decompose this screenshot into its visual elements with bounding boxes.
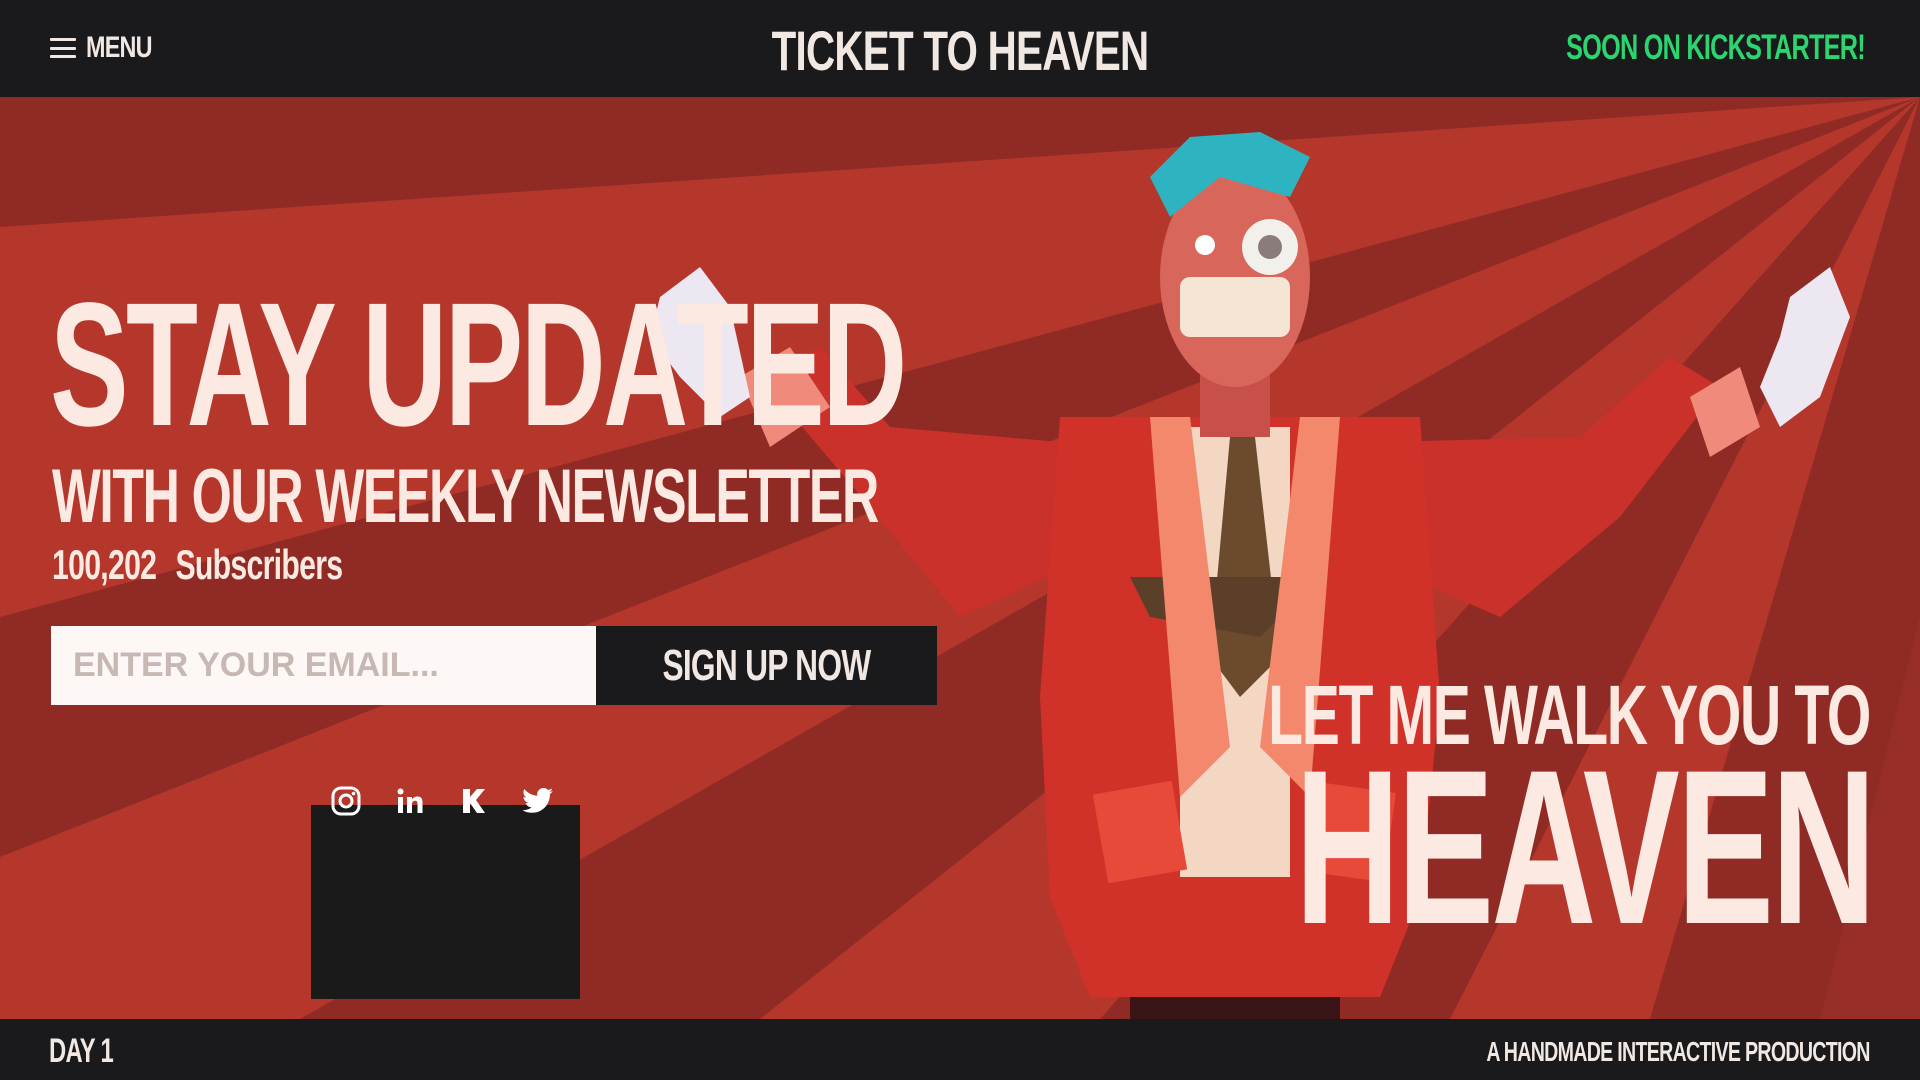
kickstarter-link[interactable]: SOON ON KICKSTARTER! <box>1566 28 1865 68</box>
bottom-bar: DAY 1 A HANDMADE INTERACTIVE PRODUCTION <box>0 1019 1920 1080</box>
kickstarter-icon[interactable] <box>458 785 490 817</box>
video-thumbnail[interactable] <box>311 805 580 999</box>
day-label: DAY 1 <box>49 1032 114 1070</box>
newsletter-form: SIGN UP NOW <box>51 626 937 705</box>
social-links <box>330 785 554 817</box>
newsletter-headline: STAY UPDATED <box>50 267 907 463</box>
subscriber-number: 100,202 <box>52 541 157 588</box>
site-title[interactable]: TICKET TO HEAVEN <box>269 18 1651 83</box>
twitter-icon[interactable] <box>522 785 554 817</box>
top-bar: MENU TICKET TO HEAVEN SOON ON KICKSTARTE… <box>0 0 1920 97</box>
menu-button[interactable]: MENU <box>50 31 170 65</box>
linkedin-icon[interactable] <box>394 785 426 817</box>
production-credit: A HANDMADE INTERACTIVE PRODUCTION <box>1486 1036 1871 1067</box>
subscriber-label: Subscribers <box>175 541 343 588</box>
hamburger-icon <box>50 38 76 58</box>
sign-up-button[interactable]: SIGN UP NOW <box>596 626 937 705</box>
email-input[interactable] <box>51 626 596 705</box>
instagram-icon[interactable] <box>330 785 362 817</box>
tagline-line-2: HEAVEN <box>1295 724 1876 970</box>
newsletter-subheadline: WITH OUR WEEKLY NEWSLETTER <box>52 454 879 539</box>
hero-section: STAY UPDATED WITH OUR WEEKLY NEWSLETTER … <box>0 97 1920 1019</box>
sign-up-button-label: SIGN UP NOW <box>662 640 871 690</box>
menu-label: MENU <box>86 31 153 64</box>
subscriber-count: 100,202 Subscribers <box>52 541 343 588</box>
